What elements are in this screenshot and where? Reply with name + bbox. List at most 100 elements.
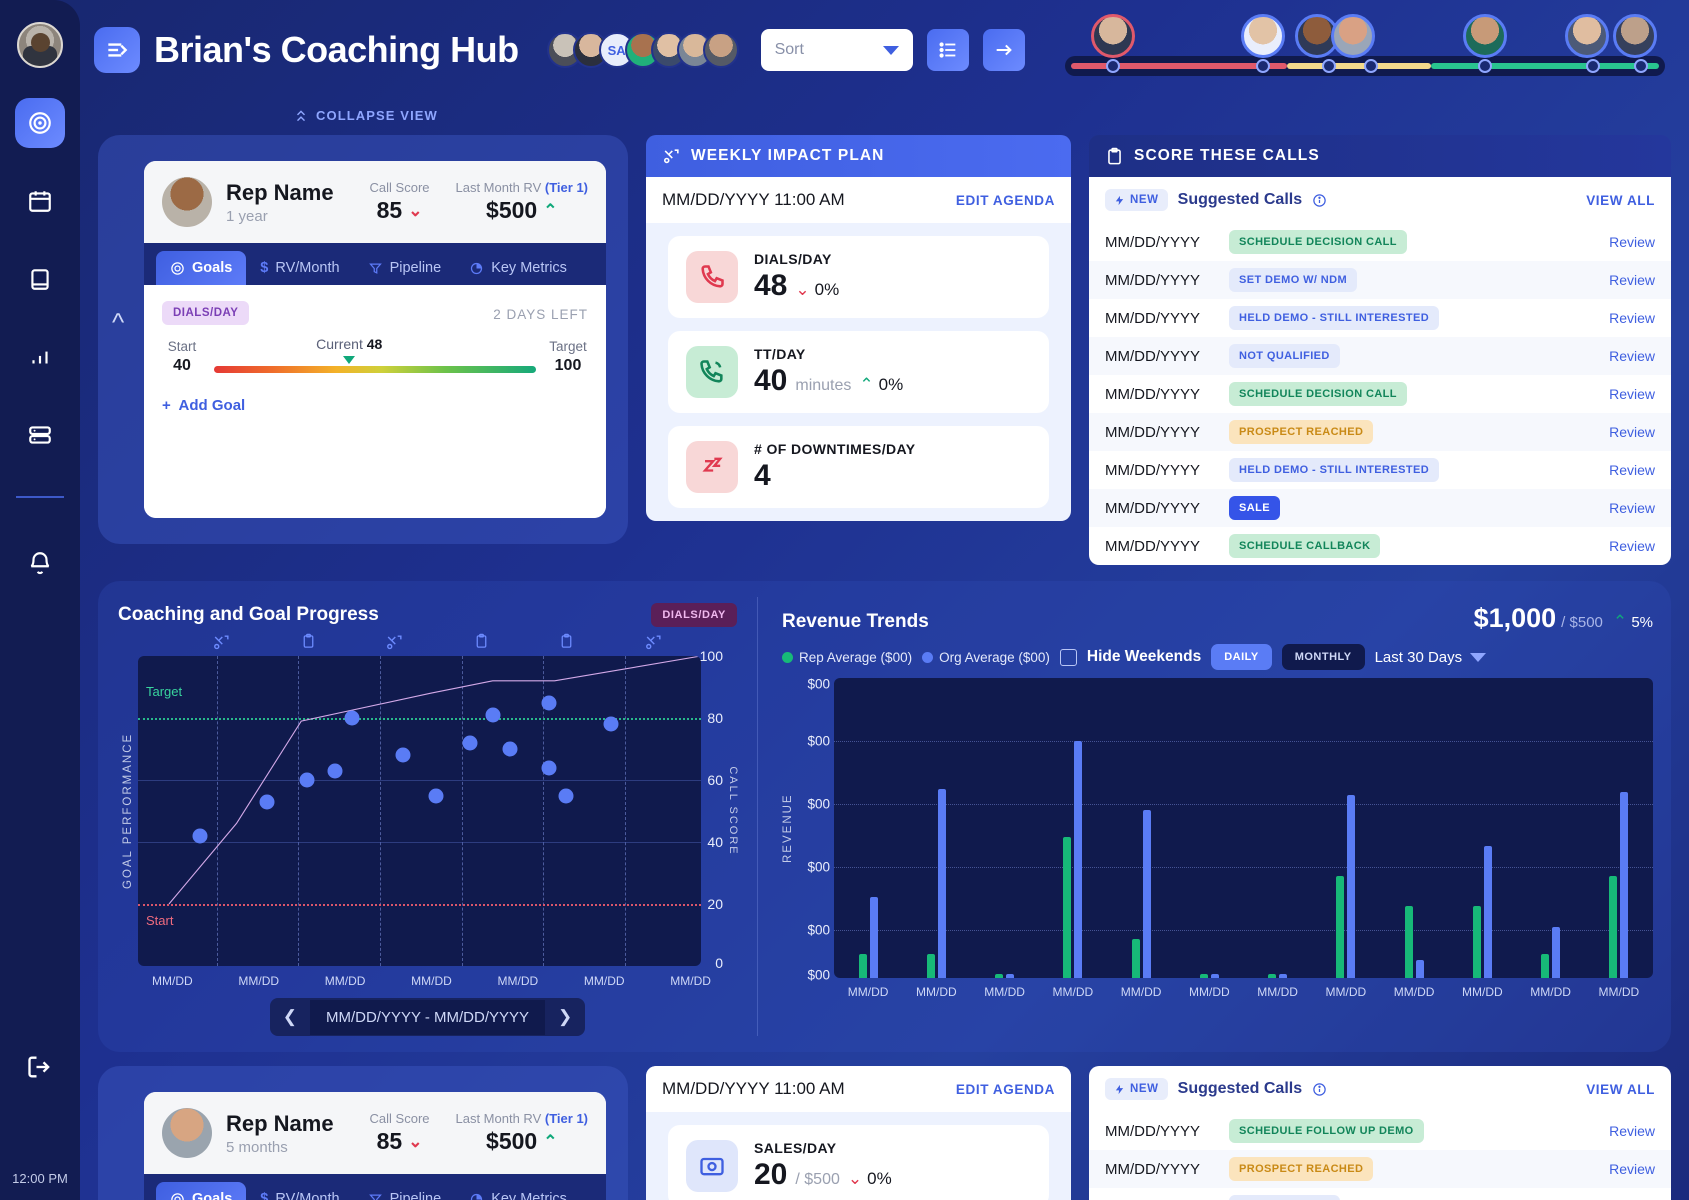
bar-group[interactable] bbox=[1517, 678, 1585, 978]
bar-group[interactable] bbox=[1039, 678, 1107, 978]
bar-group[interactable] bbox=[1585, 678, 1653, 978]
strategy-icon[interactable] bbox=[212, 633, 231, 652]
data-point[interactable] bbox=[299, 772, 315, 788]
tab-pipeline[interactable]: Pipeline bbox=[354, 251, 456, 285]
tab-key-metrics[interactable]: Key Metrics bbox=[455, 251, 581, 285]
data-point[interactable] bbox=[541, 760, 557, 776]
data-point[interactable] bbox=[395, 747, 411, 763]
timeline-node[interactable] bbox=[1585, 59, 1600, 73]
rv-tier[interactable]: (Tier 1) bbox=[545, 180, 588, 195]
table-row[interactable]: MM/DD/YYYY SCHEDULE DECISION CALL Review bbox=[1089, 223, 1671, 261]
table-row[interactable]: MM/DD/YYYY HELD DEMO - STILL INTERESTED … bbox=[1089, 451, 1671, 489]
data-point[interactable] bbox=[344, 710, 360, 726]
review-link[interactable]: Review bbox=[1609, 272, 1655, 288]
timeline-avatar[interactable] bbox=[1564, 14, 1609, 58]
bar-group[interactable] bbox=[971, 678, 1039, 978]
clipboard-icon[interactable] bbox=[473, 633, 490, 650]
rep-timeline[interactable] bbox=[1064, 12, 1665, 88]
sidebar-item-analytics[interactable] bbox=[15, 332, 65, 382]
data-point[interactable] bbox=[462, 735, 478, 751]
list-view-button[interactable] bbox=[926, 29, 969, 71]
timeline-node[interactable] bbox=[1363, 59, 1378, 73]
table-row[interactable]: MM/DD/YYYY SET DEMO W/ NDM Review bbox=[1089, 261, 1671, 299]
sidebar-item-notifications[interactable] bbox=[15, 538, 65, 588]
data-point[interactable] bbox=[558, 788, 574, 803]
kpi-sales-per-day[interactable]: SALES/DAY 20 / $500 ⌄ 0% bbox=[668, 1125, 1049, 1200]
user-avatar[interactable] bbox=[17, 22, 63, 68]
data-point[interactable] bbox=[541, 695, 557, 710]
hide-weekends-checkbox[interactable] bbox=[1059, 648, 1077, 666]
timeline-avatar[interactable] bbox=[1240, 14, 1285, 58]
legend-org-average[interactable]: Org Average ($00) bbox=[922, 650, 1050, 665]
timeline-node[interactable] bbox=[1255, 59, 1270, 73]
table-row[interactable]: MM/DD/YYYY NOT QUALIFIED Review bbox=[1089, 337, 1671, 375]
bar-group[interactable] bbox=[1107, 678, 1175, 978]
range-dropdown[interactable]: Last 30 Days bbox=[1375, 649, 1487, 666]
goal-progress-bar[interactable] bbox=[214, 366, 536, 373]
data-point[interactable] bbox=[502, 741, 518, 757]
timeline-avatar[interactable] bbox=[1462, 14, 1507, 58]
sort-dropdown[interactable]: Sort bbox=[760, 29, 913, 71]
tab-rv-month[interactable]: $ RV/Month bbox=[246, 251, 353, 285]
next-date-button[interactable]: ❯ bbox=[545, 998, 585, 1036]
info-icon[interactable] bbox=[1312, 1082, 1327, 1097]
review-link[interactable]: Review bbox=[1609, 462, 1655, 478]
table-row[interactable]: MM/DD/YYYY HELD DEMO - STILL INTERESTED … bbox=[1089, 299, 1671, 337]
review-link[interactable]: Review bbox=[1609, 348, 1655, 364]
collapse-chevron-icon[interactable]: ^ bbox=[112, 307, 124, 338]
sidebar-item-library[interactable] bbox=[15, 254, 65, 304]
bar-group[interactable] bbox=[1448, 678, 1516, 978]
bar-group[interactable] bbox=[1380, 678, 1448, 978]
bar-group[interactable] bbox=[1244, 678, 1312, 978]
legend-rep-average[interactable]: Rep Average ($00) bbox=[782, 650, 912, 665]
segment-daily[interactable]: DAILY bbox=[1211, 644, 1272, 670]
next-button[interactable] bbox=[982, 29, 1025, 71]
timeline-node[interactable] bbox=[1633, 59, 1648, 73]
view-all-button[interactable]: VIEW ALL bbox=[1586, 193, 1655, 208]
add-goal-button[interactable]: + Add Goal bbox=[162, 375, 588, 430]
strategy-icon[interactable] bbox=[385, 633, 404, 652]
review-link[interactable]: Review bbox=[1609, 538, 1655, 554]
view-all-button[interactable]: VIEW ALL bbox=[1586, 1082, 1655, 1097]
rv-tier[interactable]: (Tier 1) bbox=[545, 1111, 588, 1126]
avatar[interactable] bbox=[702, 32, 739, 68]
table-row[interactable]: MM/DD/YYYY SCHEDULE FOLLOW UP DEMO Revie… bbox=[1089, 1112, 1671, 1150]
edit-agenda-button[interactable]: EDIT AGENDA bbox=[956, 193, 1055, 208]
team-avatar-stack[interactable]: SA bbox=[546, 32, 739, 68]
info-icon[interactable] bbox=[1312, 193, 1327, 208]
data-point[interactable] bbox=[485, 707, 501, 723]
table-row[interactable]: MM/DD/YYYY SCHEDULE DECISION CALL Review bbox=[1089, 375, 1671, 413]
review-link[interactable]: Review bbox=[1609, 310, 1655, 326]
tab-key-metrics[interactable]: Key Metrics bbox=[455, 1182, 581, 1200]
bar-group[interactable] bbox=[1175, 678, 1243, 978]
sidebar-item-records[interactable] bbox=[15, 410, 65, 460]
table-row[interactable]: MM/DD/YYYY SALE Review bbox=[1089, 489, 1671, 527]
data-point[interactable] bbox=[259, 794, 275, 810]
rep-avatar[interactable] bbox=[162, 1108, 212, 1158]
timeline-node[interactable] bbox=[1477, 59, 1492, 73]
clipboard-icon[interactable] bbox=[300, 633, 317, 650]
review-link[interactable]: Review bbox=[1609, 386, 1655, 402]
review-link[interactable]: Review bbox=[1609, 234, 1655, 250]
review-link[interactable]: Review bbox=[1609, 1161, 1655, 1177]
timeline-avatar[interactable] bbox=[1612, 14, 1657, 58]
review-link[interactable]: Review bbox=[1609, 1123, 1655, 1139]
bar-group[interactable] bbox=[1312, 678, 1380, 978]
menu-toggle-button[interactable] bbox=[94, 27, 140, 73]
bar-group[interactable] bbox=[834, 678, 902, 978]
data-point[interactable] bbox=[327, 763, 343, 779]
table-row[interactable]: MM/DD/YYYY SCHEDULE CALLBACK Review bbox=[1089, 527, 1671, 565]
goal-bar-wrap[interactable]: Current 48 bbox=[214, 336, 536, 375]
kpi-downtimes-per-day[interactable]: # OF DOWNTIMES/DAY 4 bbox=[668, 426, 1049, 508]
tab-goals[interactable]: Goals bbox=[156, 1182, 247, 1200]
data-point[interactable] bbox=[603, 716, 619, 732]
strategy-icon[interactable] bbox=[644, 633, 663, 652]
timeline-avatar[interactable] bbox=[1090, 14, 1135, 58]
tab-goals[interactable]: Goals bbox=[156, 251, 247, 285]
table-row[interactable]: MM/DD/YYYY NOT QUALIFIED Review bbox=[1089, 1188, 1671, 1200]
collapse-view-label[interactable]: COLLAPSE VIEW bbox=[316, 108, 438, 123]
edit-agenda-button[interactable]: EDIT AGENDA bbox=[956, 1082, 1055, 1097]
clipboard-icon[interactable] bbox=[558, 633, 575, 650]
sidebar-item-calendar[interactable] bbox=[15, 176, 65, 226]
bar-group[interactable] bbox=[902, 678, 970, 978]
